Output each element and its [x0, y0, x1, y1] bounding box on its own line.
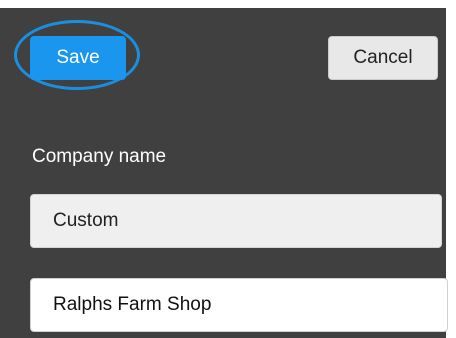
company-name-label: Company name	[32, 146, 167, 167]
cancel-button[interactable]: Cancel	[328, 36, 438, 80]
save-button[interactable]: Save	[30, 36, 126, 80]
company-type-select[interactable]: Custom	[30, 194, 442, 248]
company-name-input[interactable]: Ralphs Farm Shop	[30, 278, 448, 332]
